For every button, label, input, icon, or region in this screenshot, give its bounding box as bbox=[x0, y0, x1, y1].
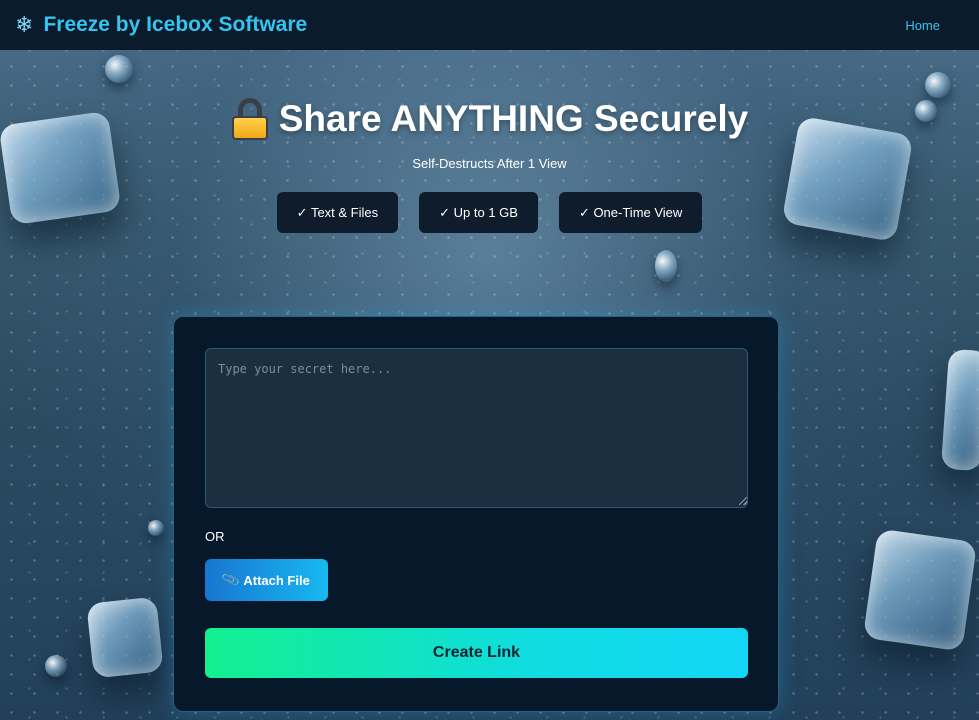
lock-icon bbox=[231, 98, 269, 140]
ice-cube bbox=[86, 596, 164, 679]
hero-section: Share ANYTHING Securely Self-Destructs A… bbox=[0, 50, 979, 233]
feature-badge-one-time-view: ✓ One-Time View bbox=[558, 192, 703, 233]
feature-badge-size-limit: ✓ Up to 1 GB bbox=[419, 192, 538, 233]
water-drop bbox=[655, 250, 677, 282]
page-subtitle: Self-Destructs After 1 View bbox=[412, 156, 567, 171]
snowflake-icon: ❄ bbox=[15, 12, 34, 37]
top-navbar: ❄ Freeze by Icebox Software Home bbox=[0, 0, 979, 50]
water-drop bbox=[148, 520, 164, 536]
page-title: Share ANYTHING Securely bbox=[0, 98, 979, 140]
textarea-resize-handle[interactable] bbox=[739, 497, 747, 505]
attach-file-button[interactable]: 📎 Attach File bbox=[205, 559, 328, 601]
brand[interactable]: ❄ Freeze by Icebox Software bbox=[15, 13, 307, 37]
secret-textarea[interactable] bbox=[205, 348, 748, 508]
create-link-button[interactable]: Create Link bbox=[205, 628, 748, 678]
ice-cube bbox=[862, 528, 978, 652]
page-title-text: Share ANYTHING Securely bbox=[278, 98, 749, 139]
or-separator: OR bbox=[205, 529, 225, 544]
feature-badge-text-files: ✓ Text & Files bbox=[276, 192, 399, 233]
water-drop bbox=[45, 655, 67, 677]
brand-name: Freeze by Icebox Software bbox=[43, 13, 308, 36]
paperclip-icon: 📎 bbox=[220, 569, 242, 590]
feature-badges: ✓ Text & Files ✓ Up to 1 GB ✓ One-Time V… bbox=[0, 192, 979, 233]
share-form-card: OR 📎 Attach File Create Link bbox=[173, 316, 779, 712]
attach-file-label: Attach File bbox=[243, 572, 310, 588]
home-link[interactable]: Home bbox=[905, 18, 940, 33]
